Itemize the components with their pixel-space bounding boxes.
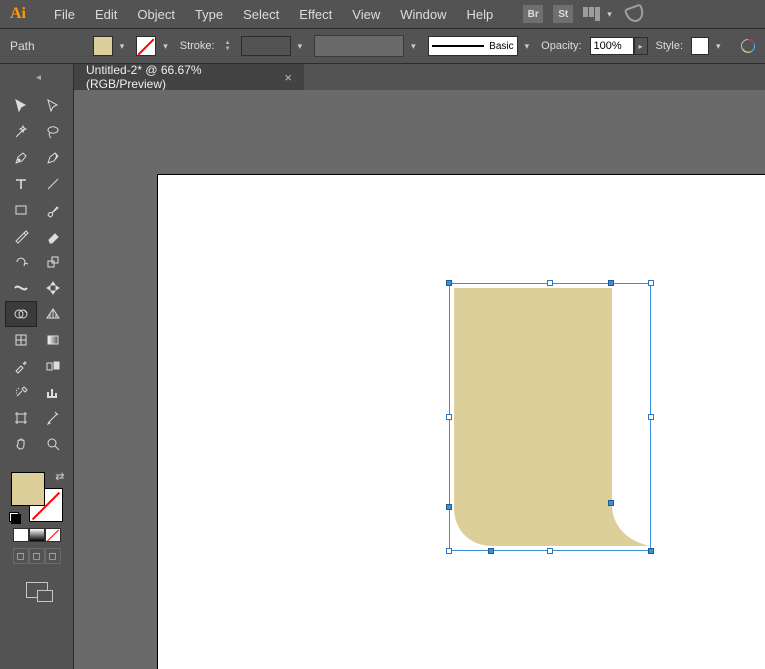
selection-type-label: Path xyxy=(10,39,35,53)
style-swatch-icon xyxy=(691,37,709,55)
lasso-tool[interactable] xyxy=(38,120,68,144)
curvature-tool[interactable] xyxy=(38,146,68,170)
gradient-tool[interactable] xyxy=(38,328,68,352)
screen-mode-icon[interactable] xyxy=(26,582,48,598)
brush-definition-label: Basic xyxy=(489,41,513,52)
scale-tool[interactable] xyxy=(38,250,68,274)
opacity-label: Opacity: xyxy=(541,40,581,52)
stroke-color-control[interactable]: ▾ xyxy=(136,36,172,56)
draw-normal-icon[interactable]: ◻ xyxy=(13,548,29,564)
stroke-weight-field[interactable]: ▾ xyxy=(241,36,307,56)
menu-file[interactable]: File xyxy=(44,2,85,27)
fill-color-icon[interactable] xyxy=(11,472,45,506)
bridge-icon[interactable]: Br xyxy=(523,5,543,23)
default-fill-stroke-icon[interactable] xyxy=(9,512,21,524)
color-mode-row xyxy=(13,528,61,542)
color-mode-none-icon[interactable] xyxy=(45,528,61,542)
stroke-weight-stepper[interactable]: ▲▼ xyxy=(223,40,233,52)
opacity-value[interactable]: 100% xyxy=(590,37,634,55)
selection-tool[interactable] xyxy=(6,94,36,118)
anchor-point[interactable] xyxy=(488,548,494,554)
menu-bar: Ai File Edit Object Type Select Effect V… xyxy=(0,0,765,28)
toolbox: ⇄ ◻ ◻ ◻ xyxy=(0,90,74,669)
tool-grid xyxy=(6,94,68,456)
draw-behind-icon[interactable]: ◻ xyxy=(29,548,45,564)
zoom-tool[interactable] xyxy=(38,432,68,456)
opacity-dropdown-icon[interactable]: ▸ xyxy=(634,37,648,55)
symbol-sprayer-tool[interactable] xyxy=(6,380,36,404)
document-tab[interactable]: Untitled-2* @ 66.67% (RGB/Preview) × xyxy=(74,64,304,90)
eyedropper-tool[interactable] xyxy=(6,354,36,378)
perspective-grid-tool[interactable] xyxy=(38,302,68,326)
paintbrush-tool[interactable] xyxy=(38,198,68,222)
menu-view[interactable]: View xyxy=(342,2,390,27)
type-tool[interactable] xyxy=(6,172,36,196)
arrange-documents-icon[interactable]: ▾ xyxy=(583,7,616,21)
shaper-tool[interactable] xyxy=(6,224,36,248)
recolor-artwork-icon[interactable] xyxy=(739,37,757,55)
handle-top-right[interactable] xyxy=(648,280,654,286)
document-tab-title: Untitled-2* @ 66.67% (RGB/Preview) xyxy=(86,63,274,91)
color-mode-solid-icon[interactable] xyxy=(13,528,29,542)
menu-object[interactable]: Object xyxy=(127,2,185,27)
stock-icon[interactable]: St xyxy=(553,5,573,23)
width-tool[interactable] xyxy=(6,276,36,300)
tab-strip: ◂◂ Untitled-2* @ 66.67% (RGB/Preview) × xyxy=(0,64,765,90)
stroke-swatch-icon xyxy=(136,36,156,56)
toolbox-collapse-grip[interactable]: ◂◂ xyxy=(0,64,74,90)
artboard-tool[interactable] xyxy=(6,406,36,430)
selection-bounding-box[interactable] xyxy=(449,283,651,551)
draw-mode-row: ◻ ◻ ◻ xyxy=(13,548,61,564)
rotate-tool[interactable] xyxy=(6,250,36,274)
handle-bottom-left[interactable] xyxy=(446,548,452,554)
draw-inside-icon[interactable]: ◻ xyxy=(45,548,61,564)
menu-type[interactable]: Type xyxy=(185,2,233,27)
magic-wand-tool[interactable] xyxy=(6,120,36,144)
swap-fill-stroke-icon[interactable]: ⇄ xyxy=(55,470,64,483)
direct-selection-tool[interactable] xyxy=(38,94,68,118)
handle-top-mid[interactable] xyxy=(547,280,553,286)
opacity-field[interactable]: 100% ▸ xyxy=(590,36,648,56)
handle-bottom-mid[interactable] xyxy=(547,548,553,554)
fill-swatch-icon xyxy=(93,36,113,56)
sync-settings-icon[interactable] xyxy=(626,6,644,22)
eraser-tool[interactable] xyxy=(38,224,68,248)
mesh-tool[interactable] xyxy=(6,328,36,352)
handle-mid-right[interactable] xyxy=(648,414,654,420)
pen-tool[interactable] xyxy=(6,146,36,170)
column-graph-tool[interactable] xyxy=(38,380,68,404)
style-label: Style: xyxy=(656,40,684,52)
menu-help[interactable]: Help xyxy=(456,2,503,27)
menu-window[interactable]: Window xyxy=(390,2,456,27)
brush-definition[interactable]: Basic ▾ xyxy=(428,36,534,56)
fill-color-control[interactable]: ▾ xyxy=(93,36,129,56)
main-area: ⇄ ◻ ◻ ◻ xyxy=(0,90,765,669)
menu-effect[interactable]: Effect xyxy=(289,2,342,27)
stroke-label: Stroke: xyxy=(180,40,215,52)
fill-stroke-control[interactable]: ⇄ xyxy=(9,470,65,524)
shape-builder-tool[interactable] xyxy=(6,302,36,326)
free-transform-tool[interactable] xyxy=(38,276,68,300)
close-tab-icon[interactable]: × xyxy=(284,70,292,85)
rectangle-tool[interactable] xyxy=(6,198,36,222)
anchor-point[interactable] xyxy=(608,500,614,506)
canvas[interactable] xyxy=(74,90,765,669)
menu-select[interactable]: Select xyxy=(233,2,289,27)
anchor-point[interactable] xyxy=(648,548,654,554)
app-logo: Ai xyxy=(6,2,30,26)
line-segment-tool[interactable] xyxy=(38,172,68,196)
menu-aux-icons: Br St ▾ xyxy=(523,5,644,23)
handle-mid-left[interactable] xyxy=(446,414,452,420)
hand-tool[interactable] xyxy=(6,432,36,456)
graphic-style-control[interactable]: ▾ xyxy=(691,37,725,55)
control-bar: Path ▾ ▾ Stroke: ▲▼ ▾ ▾ Basic ▾ Opacity:… xyxy=(0,28,765,64)
anchor-point[interactable] xyxy=(608,280,614,286)
anchor-point[interactable] xyxy=(446,504,452,510)
anchor-point[interactable] xyxy=(446,280,452,286)
variable-width-profile[interactable]: ▾ xyxy=(314,35,420,57)
color-mode-gradient-icon[interactable] xyxy=(29,528,45,542)
slice-tool[interactable] xyxy=(38,406,68,430)
blend-tool[interactable] xyxy=(38,354,68,378)
menu-edit[interactable]: Edit xyxy=(85,2,127,27)
